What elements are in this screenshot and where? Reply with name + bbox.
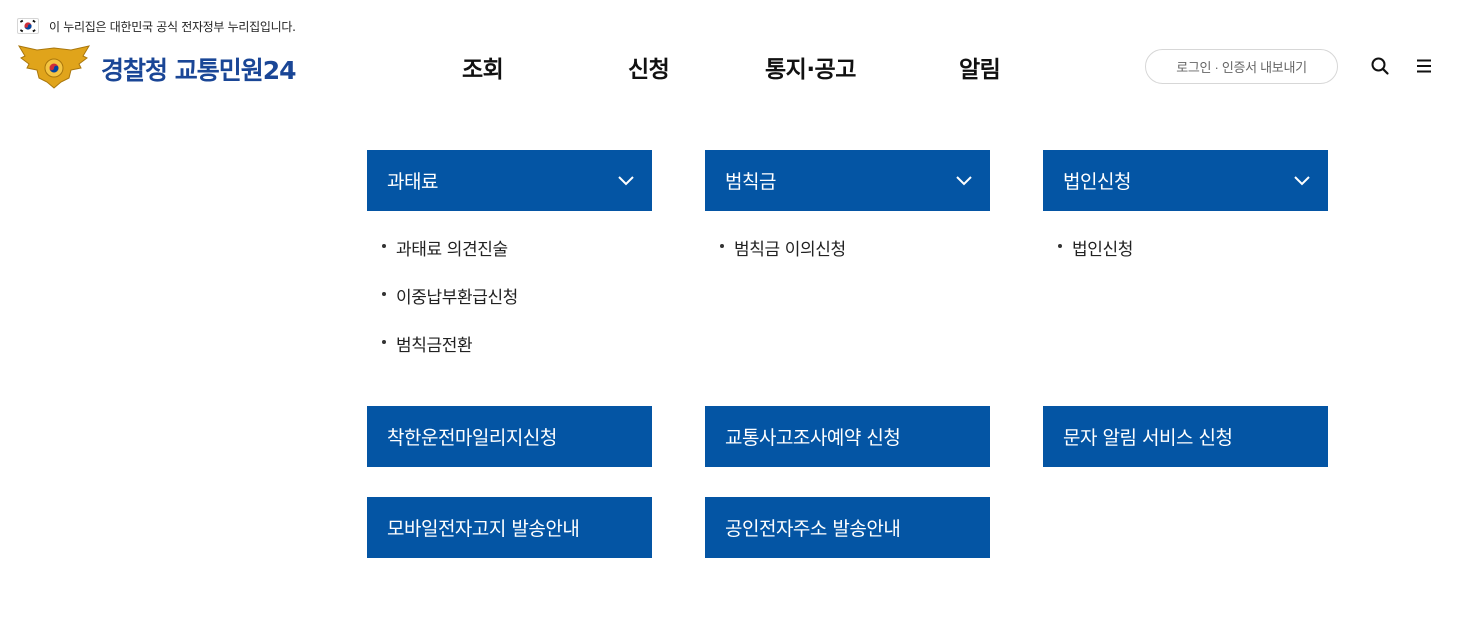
- gnb-item-alert[interactable]: 알림: [959, 50, 1001, 84]
- chevron-down-icon: [618, 176, 634, 186]
- fine-sub-list: 과태료 의견진술 이중납부환급신청 범칙금전환: [367, 235, 518, 379]
- panel-fine[interactable]: 과태료: [367, 150, 652, 211]
- list-item[interactable]: 법인신청: [1043, 235, 1133, 283]
- chevron-down-icon: [1294, 176, 1310, 186]
- korea-flag-icon: [17, 18, 39, 34]
- list-item[interactable]: 범칙금전환: [367, 331, 518, 379]
- corporate-sub-list: 법인신청: [1043, 235, 1133, 283]
- panel-title: 과태료: [387, 171, 438, 193]
- list-item[interactable]: 이중납부환급신청: [367, 283, 518, 331]
- panel-title: 범칙금: [725, 171, 776, 193]
- gov-banner: 이 누리집은 대한민국 공식 전자정부 누리집입니다.: [17, 16, 296, 36]
- panel-title: 법인신청: [1063, 171, 1131, 193]
- good-driving-mileage-button[interactable]: 착한운전마일리지신청: [367, 406, 652, 467]
- certified-e-address-button[interactable]: 공인전자주소 발송안내: [705, 497, 990, 558]
- sms-alert-service-button[interactable]: 문자 알림 서비스 신청: [1043, 406, 1328, 467]
- panel-corporate[interactable]: 법인신청: [1043, 150, 1328, 211]
- search-icon[interactable]: [1370, 56, 1390, 76]
- list-item[interactable]: 범칙금 이의신청: [705, 235, 846, 283]
- chevron-down-icon: [956, 176, 972, 186]
- gov-banner-text: 이 누리집은 대한민국 공식 전자정부 누리집입니다.: [49, 19, 296, 34]
- penalty-sub-list: 범칙금 이의신청: [705, 235, 846, 283]
- list-item[interactable]: 과태료 의견진술: [367, 235, 518, 283]
- panel-penalty[interactable]: 범칙금: [705, 150, 990, 211]
- accident-investigation-reservation-button[interactable]: 교통사고조사예약 신청: [705, 406, 990, 467]
- gnb-item-inquiry[interactable]: 조회: [462, 50, 504, 84]
- mobile-e-notice-button[interactable]: 모바일전자고지 발송안내: [367, 497, 652, 558]
- hamburger-menu-icon[interactable]: [1414, 56, 1434, 76]
- gnb-item-application[interactable]: 신청: [628, 50, 670, 84]
- gnb-item-notice[interactable]: 통지·공고: [765, 50, 856, 84]
- login-certificate-button[interactable]: 로그인 · 인증서 내보내기: [1145, 49, 1338, 84]
